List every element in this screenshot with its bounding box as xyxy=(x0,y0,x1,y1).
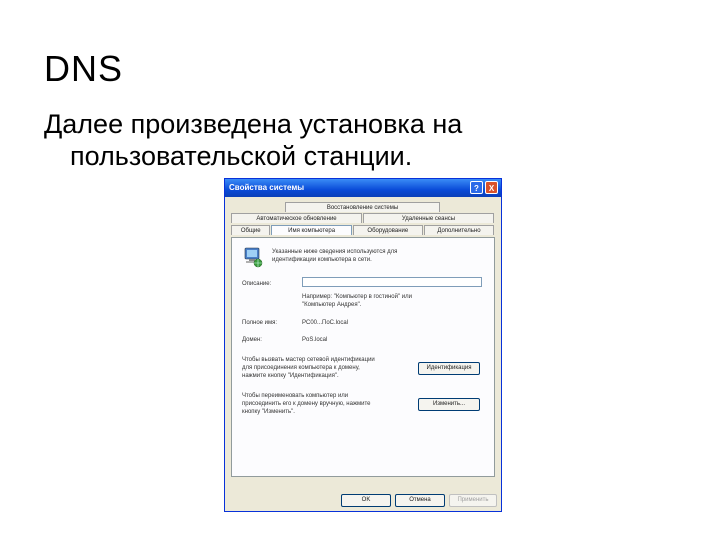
rename-text-line-1: Чтобы переименовать компьютер или xyxy=(242,393,349,399)
dialog-titlebar: Свойства системы ? X xyxy=(225,179,501,197)
tab-general[interactable]: Общие xyxy=(231,225,271,235)
example-text: Например: "Компьютер в гостиной" или "Ко… xyxy=(302,293,412,309)
slide-text-line-2: пользовательской станции. xyxy=(70,141,413,171)
close-icon[interactable]: X xyxy=(485,181,498,194)
identification-button[interactable]: Идентификация xyxy=(418,362,480,375)
wizard-text-line-3: нажмите кнопку "Идентификация". xyxy=(242,373,339,379)
tab-advanced[interactable]: Дополнительно xyxy=(423,225,494,235)
description-text: Указанные ниже сведения используются для… xyxy=(272,248,397,264)
tab-panel-computer-name: Указанные ниже сведения используются для… xyxy=(231,237,495,477)
description-input[interactable] xyxy=(302,277,482,287)
domain-label: Домен: xyxy=(242,337,262,343)
tab-row-1: Восстановление системы xyxy=(285,202,441,212)
ok-button[interactable]: OK xyxy=(341,494,391,507)
slide-title: DNS xyxy=(44,48,124,89)
slide-text-line-1: Далее произведена установка на xyxy=(44,109,463,139)
tab-remote-sessions[interactable]: Удаленные сеансы xyxy=(363,213,494,223)
domain-value: PoS.local xyxy=(302,337,328,343)
tab-row-3: Общие Имя компьютера Оборудование Дополн… xyxy=(231,225,495,235)
example-line-1: Например: "Компьютер в гостиной" или xyxy=(302,294,412,300)
fullname-value: PC00...ПоС.local xyxy=(302,320,348,326)
tab-hardware[interactable]: Оборудование xyxy=(352,225,423,235)
example-line-2: "Компьютер Андрея". xyxy=(302,302,362,308)
help-icon[interactable]: ? xyxy=(470,181,483,194)
tab-automatic-updates[interactable]: Автоматическое обновление xyxy=(231,213,362,223)
tab-row-2: Автоматическое обновление Удаленные сеан… xyxy=(231,213,495,223)
apply-button[interactable]: Применить xyxy=(449,494,497,507)
rename-text: Чтобы переименовать компьютер или присое… xyxy=(242,392,412,416)
description-label: Описание: xyxy=(242,281,272,287)
tab-system-restore[interactable]: Восстановление системы xyxy=(285,202,440,212)
wizard-text: Чтобы вызвать мастер сетевой идентификац… xyxy=(242,356,412,380)
description-line-1: Указанные ниже сведения используются для xyxy=(272,249,398,255)
description-line-2: идентификации компьютера в сети. xyxy=(272,257,372,263)
wizard-text-line-1: Чтобы вызвать мастер сетевой идентификац… xyxy=(242,357,375,363)
tab-computer-name[interactable]: Имя компьютера xyxy=(271,225,352,235)
cancel-button[interactable]: Отмена xyxy=(395,494,445,507)
system-properties-dialog: Свойства системы ? X Восстановление сист… xyxy=(224,178,502,512)
dialog-title: Свойства системы xyxy=(229,183,305,192)
computer-network-icon xyxy=(244,247,263,268)
rename-text-line-2: присоединить его к домену вручную, нажми… xyxy=(242,401,371,407)
wizard-text-line-2: для присоединения компьютера к домену, xyxy=(242,365,360,371)
rename-text-line-3: кнопку "Изменить". xyxy=(242,409,295,415)
change-button[interactable]: Изменить... xyxy=(418,398,480,411)
slide-body: Далее произведена установка на пользоват… xyxy=(44,108,462,172)
fullname-label: Полное имя: xyxy=(242,320,278,326)
